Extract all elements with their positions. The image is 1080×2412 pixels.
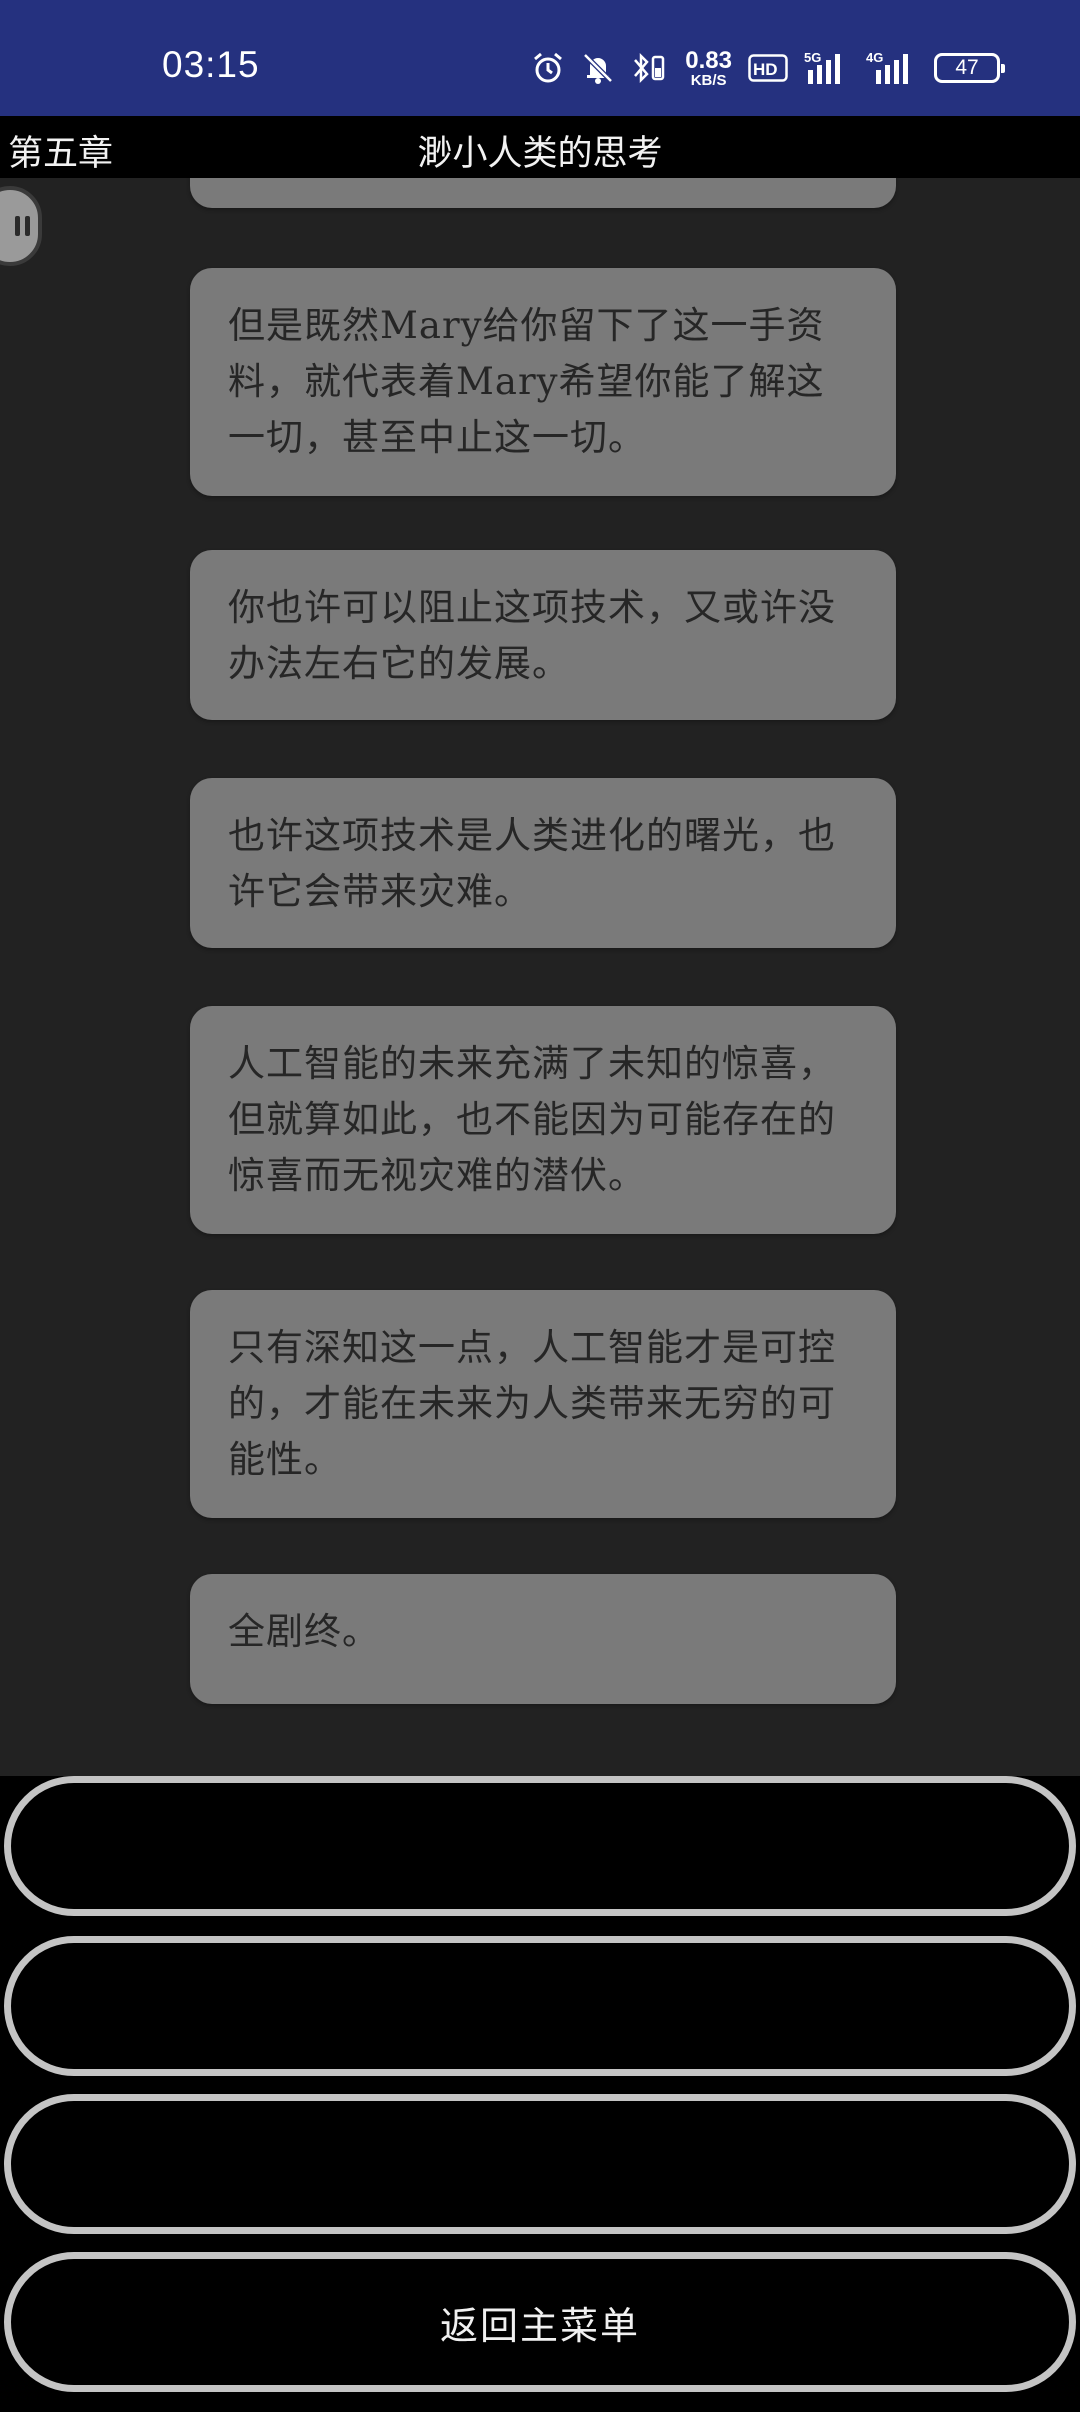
choice-panel: 返回主菜单 — [0, 1776, 1080, 2412]
network-speed-unit: KB/S — [690, 71, 727, 89]
choice-button-3[interactable] — [4, 2094, 1076, 2234]
bluetooth-battery-icon — [631, 51, 669, 85]
choice-button-2[interactable] — [4, 1936, 1076, 2076]
choice-label: 返回主菜单 — [439, 2303, 640, 2348]
dialogue-bubble: 也许这项技术是人类进化的曙光，也许它会带来灾难。 — [190, 778, 896, 948]
network-speed: 0.83 KB/S — [685, 46, 732, 89]
dialogue-bubble-partial — [190, 178, 896, 208]
svg-text:5G: 5G — [804, 50, 821, 65]
dialogue-text: 也许这项技术是人类进化的曙光，也许它会带来灾难。 — [228, 814, 836, 913]
battery-icon: 47 — [934, 53, 1005, 83]
dialogue-text: 但是既然Mary给你留下了这一手资料，就代表着Mary希望你能了解这一切，甚至中… — [228, 304, 825, 459]
dialogue-text: 全剧终。 — [228, 1610, 380, 1653]
pause-button[interactable] — [0, 186, 42, 266]
dialogue-text: 你也许可以阻止这项技术，又或许没办法左右它的发展。 — [228, 586, 836, 685]
dialogue-bubble: 只有深知这一点，人工智能才是可控的，才能在未来为人类带来无穷的可能性。 — [190, 1290, 896, 1518]
signal-4g-icon: 4G — [866, 50, 918, 86]
dialogue-text: 人工智能的未来充满了未知的惊喜，但就算如此，也不能因为可能存在的惊喜而无视灾难的… — [228, 1042, 836, 1197]
alarm-icon — [531, 51, 565, 85]
status-icons: 0.83 KB/S HD 5G 4G 47 — [531, 40, 1005, 96]
choice-button-1[interactable] — [4, 1776, 1076, 1916]
chapter-label: 第五章 — [8, 134, 114, 174]
status-time: 03:15 — [162, 44, 260, 85]
network-speed-value: 0.83 — [685, 46, 732, 74]
signal-5g-icon: 5G — [804, 50, 850, 86]
dialogue-bubble: 人工智能的未来充满了未知的惊喜，但就算如此，也不能因为可能存在的惊喜而无视灾难的… — [190, 1006, 896, 1234]
mute-bell-icon — [581, 51, 615, 85]
dialogue-text: 只有深知这一点，人工智能才是可控的，才能在未来为人类带来无穷的可能性。 — [228, 1326, 836, 1481]
dialogue-area[interactable]: 但是既然Mary给你留下了这一手资料，就代表着Mary希望你能了解这一切，甚至中… — [0, 178, 1080, 1776]
svg-text:4G: 4G — [866, 50, 883, 65]
return-main-menu-button[interactable]: 返回主菜单 — [4, 2252, 1076, 2392]
svg-text:HD: HD — [753, 60, 778, 79]
pause-icon — [15, 216, 20, 236]
dialogue-bubble: 全剧终。 — [190, 1574, 896, 1704]
hd-icon: HD — [748, 54, 788, 82]
status-bar: 03:15 0.83 KB/S HD 5G 4G 47 — [0, 0, 1080, 116]
dialogue-bubble: 但是既然Mary给你留下了这一手资料，就代表着Mary希望你能了解这一切，甚至中… — [190, 268, 896, 496]
chapter-title: 渺小人类的思考 — [417, 134, 663, 174]
battery-level: 47 — [955, 56, 979, 79]
dialogue-bubble: 你也许可以阻止这项技术，又或许没办法左右它的发展。 — [190, 550, 896, 720]
chapter-title-bar: 渺小人类的思考 第五章 — [0, 116, 1080, 178]
